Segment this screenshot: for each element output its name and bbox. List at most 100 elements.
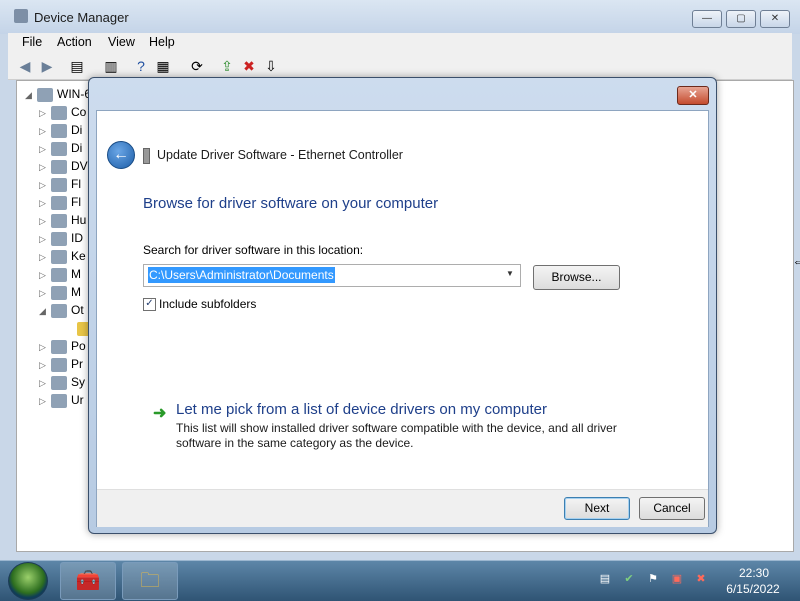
tray-document-icon[interactable]: ▤ [598,572,612,586]
explorer-folder-icon[interactable]: 🗀 [122,562,178,600]
expand-icon[interactable]: ▷ [39,266,51,284]
device-category-icon [51,177,67,192]
tray-flag-icon[interactable]: ⚑ [646,572,660,586]
maximize-button[interactable]: ▢ [726,10,756,28]
device-category-icon [51,339,67,354]
expand-icon[interactable]: ▷ [39,248,51,266]
tray-network-icon[interactable]: ▣ [670,572,684,586]
tray-security-icon[interactable]: ✔ [622,572,636,586]
expand-icon[interactable]: ▷ [39,176,51,194]
tree-item-label: Fl [71,177,81,191]
path-input[interactable]: C:\Users\Administrator\Documents [148,267,335,283]
expand-icon[interactable]: ▷ [39,158,51,176]
expand-icon[interactable]: ▷ [39,122,51,140]
dialog-title: Update Driver Software - Ethernet Contro… [157,148,403,162]
expand-icon[interactable]: ▷ [39,284,51,302]
tree-item[interactable]: ◢ Ot [39,301,84,319]
tree-item[interactable]: ▷ Ur [39,391,84,409]
expand-icon[interactable]: ▷ [39,356,51,374]
chevron-down-icon[interactable]: ▼ [506,269,514,278]
tree-item[interactable]: ▷ M [39,265,81,283]
show-hide-console-tree-icon[interactable]: ▤ [68,57,86,75]
tree-item[interactable]: ▷ Ke [39,247,86,265]
include-subfolders-checkbox[interactable]: ✓ [143,298,156,311]
tree-item-label: Ke [71,249,86,263]
tree-item[interactable]: ▷ Hu [39,211,86,229]
tree-item[interactable]: ▷ Co [39,103,86,121]
dialog-content: ← Update Driver Software - Ethernet Cont… [96,110,709,527]
clock-time[interactable]: 22:30 [730,566,778,580]
device-category-icon [51,375,67,390]
start-button[interactable] [8,562,48,600]
tree-item[interactable]: ▷ DV [39,157,88,175]
back-arrow-icon[interactable]: ◀ [16,57,34,75]
uninstall-icon[interactable]: ✖ [240,57,258,75]
pick-from-list-description: This list will show installed driver sof… [176,421,617,450]
tree-item[interactable]: ▷ Di [39,121,82,139]
expand-icon[interactable]: ▷ [39,194,51,212]
dialog-close-button[interactable]: ✕ [677,86,709,105]
update-driver-dialog: ✕ ← Update Driver Software - Ethernet Co… [88,77,717,534]
tree-root-label: WIN-6 [57,87,91,101]
back-icon[interactable]: ← [107,141,135,169]
menu-help[interactable]: Help [149,35,175,49]
expand-icon[interactable]: ▷ [39,338,51,356]
browse-button[interactable]: Browse... [533,265,620,290]
expand-icon[interactable]: ▷ [39,140,51,158]
collapse-icon[interactable]: ◢ [39,302,51,320]
help-icon[interactable]: ? [132,57,150,75]
action-pane-icon[interactable]: ▦ [154,57,172,75]
expand-icon[interactable]: ▷ [39,212,51,230]
properties-icon[interactable]: ▥ [102,57,120,75]
device-category-icon [51,159,67,174]
menu-file[interactable]: File [22,35,42,49]
tree-item-label: M [71,267,81,281]
device-category-icon [51,105,67,120]
clock-date[interactable]: 6/15/2022 [718,582,788,596]
scan-hardware-icon[interactable]: ⟳ [188,57,206,75]
tree-item-label: M [71,285,81,299]
tree-item-label: Di [71,123,83,137]
tree-root[interactable]: ◢ WIN-6 [25,85,91,103]
path-combobox[interactable]: C:\Users\Administrator\Documents ▼ [143,264,521,287]
tree-item-label: Ot [71,303,84,317]
tree-item-label: Fl [71,195,81,209]
collapse-icon[interactable]: ◢ [25,86,37,104]
title-bar[interactable]: Device Manager — ▢ ✕ [0,0,800,34]
mouse-cursor-icon: ⇔ [792,253,800,269]
tree-item[interactable]: ▷ Pr [39,355,83,373]
minimize-button[interactable]: — [692,10,722,28]
next-button[interactable]: Next [564,497,630,520]
enable-device-icon[interactable]: ⇩ [262,57,280,75]
device-category-icon [51,123,67,138]
cancel-button[interactable]: Cancel [639,497,705,520]
tree-item[interactable]: ▷ ID [39,229,83,247]
device-category-icon [51,213,67,228]
menu-action[interactable]: Action [57,35,92,49]
tree-item[interactable]: ▷ Fl [39,175,81,193]
pick-from-list-link[interactable]: Let me pick from a list of device driver… [176,401,547,418]
tree-item[interactable]: ▷ Sy [39,373,85,391]
tree-item-label: Po [71,339,86,353]
tree-item-label: Ur [71,393,84,407]
update-driver-icon[interactable]: ⇪ [218,57,236,75]
device-category-icon [51,141,67,156]
tree-item[interactable]: ▷ M [39,283,81,301]
tree-item[interactable]: ▷ Fl [39,193,81,211]
forward-arrow-icon[interactable]: ▶ [38,57,56,75]
expand-icon[interactable]: ▷ [39,104,51,122]
device-category-icon [51,285,67,300]
menu-view[interactable]: View [108,35,135,49]
expand-icon[interactable]: ▷ [39,374,51,392]
close-button[interactable]: ✕ [760,10,790,28]
toolbox-app-icon[interactable]: 🧰 [60,562,116,600]
tree-item[interactable]: ▷ Po [39,337,86,355]
page-heading: Browse for driver software on your compu… [143,195,439,212]
expand-icon[interactable]: ▷ [39,230,51,248]
tray-volume-icon[interactable]: ✖ [694,572,708,586]
tree-item[interactable]: ▷ Di [39,139,82,157]
include-subfolders-label[interactable]: Include subfolders [159,297,256,311]
computer-icon [37,87,53,102]
device-category-icon [51,195,67,210]
expand-icon[interactable]: ▷ [39,392,51,410]
